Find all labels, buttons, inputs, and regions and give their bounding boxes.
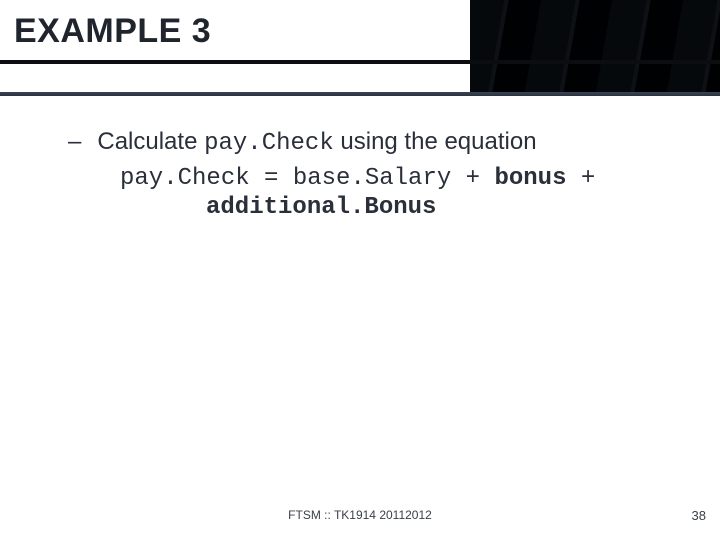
slide-footer: FTSM :: TK1914 20112012 38 bbox=[0, 508, 720, 532]
equation-line-1: pay.Check = base.Salary + bonus + bbox=[120, 165, 692, 192]
page-number: 38 bbox=[692, 508, 706, 523]
slide-header: EXAMPLE 3 bbox=[0, 0, 720, 96]
footer-center-text: FTSM :: TK1914 20112012 bbox=[288, 508, 432, 522]
bullet-item: – Calculate pay.Check using the equation bbox=[68, 128, 692, 157]
bullet-text-post: using the equation bbox=[334, 128, 537, 155]
header-rule-top bbox=[0, 60, 720, 64]
slide-body: – Calculate pay.Check using the equation… bbox=[0, 120, 720, 500]
equation-block: pay.Check = base.Salary + bonus + additi… bbox=[120, 165, 692, 221]
eq-plus: + bbox=[566, 165, 595, 192]
header-rule-bottom bbox=[0, 92, 720, 96]
bullet-text-pre: Calculate bbox=[97, 128, 204, 155]
eq-lhs: pay.Check = base.Salary + bbox=[120, 165, 494, 192]
bullet-line: Calculate pay.Check using the equation bbox=[97, 128, 536, 157]
header-background-image bbox=[470, 0, 720, 96]
eq-bonus: bonus bbox=[494, 165, 566, 192]
equation-line-2: additional.Bonus bbox=[206, 194, 692, 221]
bullet-code: pay.Check bbox=[204, 130, 334, 157]
slide-title: EXAMPLE 3 bbox=[14, 12, 211, 51]
bullet-dash: – bbox=[68, 128, 81, 156]
slide: EXAMPLE 3 – Calculate pay.Check using th… bbox=[0, 0, 720, 540]
